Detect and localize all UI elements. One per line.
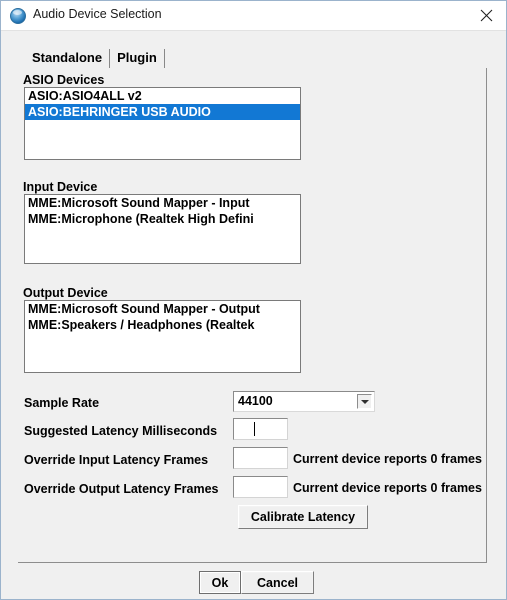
tab-standalone[interactable]: Standalone <box>23 49 111 69</box>
text-caret <box>254 422 255 436</box>
close-icon <box>480 9 492 22</box>
input-device-listbox[interactable]: MME:Microsoft Sound Mapper - Input MME:M… <box>24 194 301 264</box>
override-output-latency-info: Current device reports 0 frames <box>293 481 482 495</box>
cancel-button[interactable]: Cancel <box>241 571 314 594</box>
standalone-tab-panel: ASIO Devices ASIO:ASIO4ALL v2 ASIO:BEHRI… <box>18 68 487 563</box>
close-button[interactable] <box>464 1 506 30</box>
suggested-latency-input[interactable] <box>233 418 288 440</box>
list-item[interactable]: MME:Microphone (Realtek High Defini <box>25 211 300 227</box>
asio-devices-label: ASIO Devices <box>23 73 105 87</box>
output-device-label: Output Device <box>23 286 108 300</box>
list-item[interactable]: MME:Microsoft Sound Mapper - Output <box>25 301 300 317</box>
window-title: Audio Device Selection <box>33 7 162 21</box>
sample-rate-select[interactable]: 44100 <box>233 391 375 412</box>
title-bar: Audio Device Selection <box>1 1 506 31</box>
list-item[interactable]: ASIO:BEHRINGER USB AUDIO <box>25 104 300 120</box>
override-input-latency-input[interactable] <box>233 447 288 469</box>
override-output-latency-label: Override Output Latency Frames <box>24 482 219 496</box>
calibrate-latency-button[interactable]: Calibrate Latency <box>238 505 368 529</box>
asio-devices-listbox[interactable]: ASIO:ASIO4ALL v2 ASIO:BEHRINGER USB AUDI… <box>24 87 301 160</box>
sample-rate-label: Sample Rate <box>24 396 100 410</box>
list-item[interactable]: MME:Microsoft Sound Mapper - Input <box>25 195 300 211</box>
sample-rate-value: 44100 <box>238 394 273 408</box>
suggested-latency-label: Suggested Latency Milliseconds <box>24 424 218 438</box>
audio-device-icon <box>10 8 26 24</box>
override-input-latency-label: Override Input Latency Frames <box>24 453 209 467</box>
input-device-label: Input Device <box>23 180 98 194</box>
override-output-latency-input[interactable] <box>233 476 288 498</box>
chevron-down-icon[interactable] <box>357 394 372 409</box>
tab-plugin[interactable]: Plugin <box>110 49 165 69</box>
list-item[interactable]: MME:Speakers / Headphones (Realtek <box>25 317 300 333</box>
ok-button[interactable]: Ok <box>199 571 241 594</box>
override-input-latency-info: Current device reports 0 frames <box>293 452 482 466</box>
output-device-listbox[interactable]: MME:Microsoft Sound Mapper - Output MME:… <box>24 300 301 373</box>
tab-bar: Standalone Plugin <box>23 48 165 69</box>
audio-device-selection-window: Audio Device Selection Standalone Plugin… <box>0 0 507 600</box>
list-item[interactable]: ASIO:ASIO4ALL v2 <box>25 88 300 104</box>
